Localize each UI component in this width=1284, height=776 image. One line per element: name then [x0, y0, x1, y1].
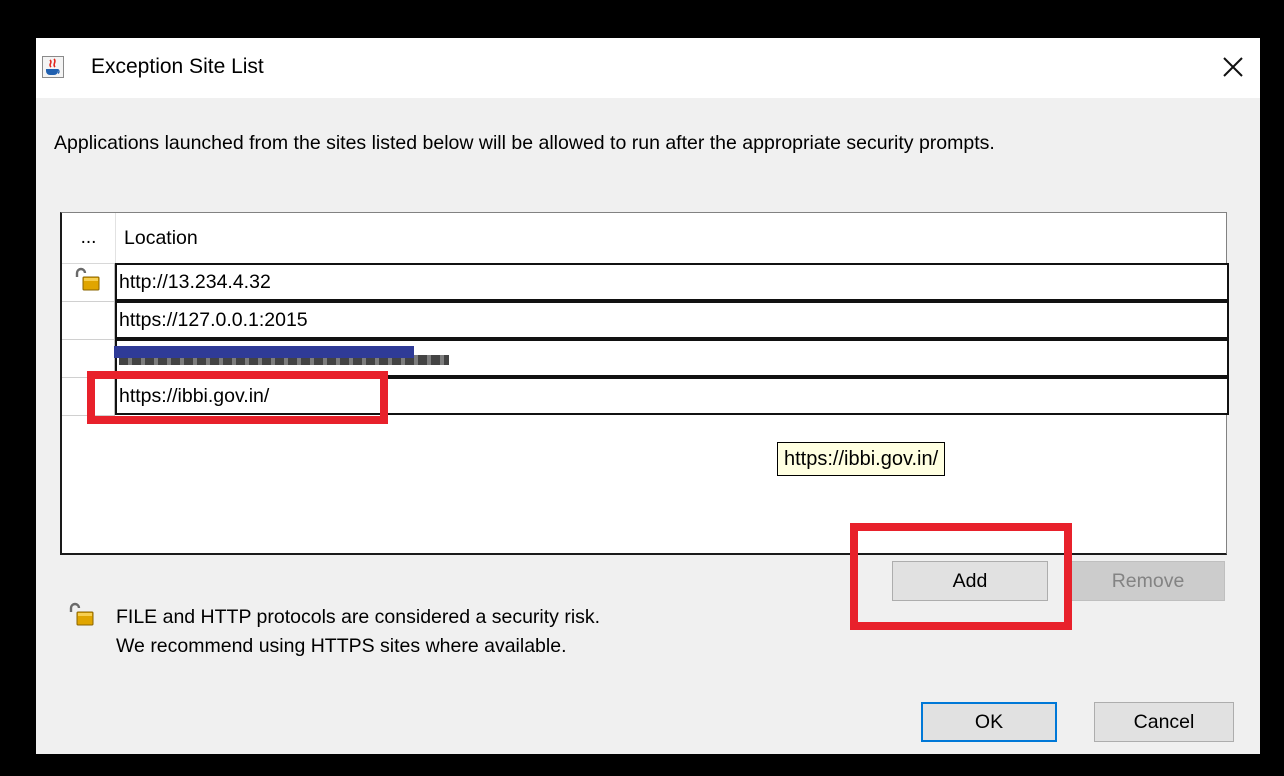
title-bar: Exception Site List: [36, 38, 1260, 98]
dialog-title: Exception Site List: [91, 55, 264, 78]
exception-site-list-dialog: Exception Site List Applications launche…: [36, 38, 1260, 754]
location-tooltip: https://ibbi.gov.in/: [777, 442, 946, 476]
close-button[interactable]: [1208, 42, 1258, 92]
table-row[interactable]: https://127.0.0.1:2015: [62, 301, 1229, 340]
unlocked-padlock-icon: [69, 602, 94, 626]
warning-line-1: FILE and HTTP protocols are considered a…: [116, 606, 601, 628]
location-cell[interactable]: https://127.0.0.1:2015: [115, 301, 1229, 339]
location-cell[interactable]: http://13.234.4.32: [115, 263, 1229, 301]
column-header-selector[interactable]: ...: [62, 213, 116, 263]
table-header: ... Location: [62, 213, 1226, 264]
description-text: Applications launched from the sites lis…: [54, 132, 995, 154]
row-selector[interactable]: [62, 301, 115, 340]
row-selector[interactable]: [62, 263, 115, 302]
redaction-mark: [114, 346, 414, 358]
remove-button[interactable]: Remove: [1071, 561, 1225, 601]
cancel-button[interactable]: Cancel: [1094, 702, 1234, 742]
security-warning: FILE and HTTP protocols are considered a…: [116, 603, 600, 661]
close-icon: [1223, 57, 1243, 77]
table-row[interactable]: http://13.234.4.32: [62, 263, 1229, 302]
unlocked-padlock-icon: [75, 267, 100, 291]
ok-button[interactable]: OK: [921, 702, 1057, 742]
column-header-location[interactable]: Location: [124, 213, 198, 263]
java-icon: [42, 56, 64, 78]
warning-line-2: We recommend using HTTPS sites where ava…: [116, 635, 567, 657]
highlight-box-site: [87, 371, 388, 424]
highlight-box-add: [850, 523, 1072, 630]
